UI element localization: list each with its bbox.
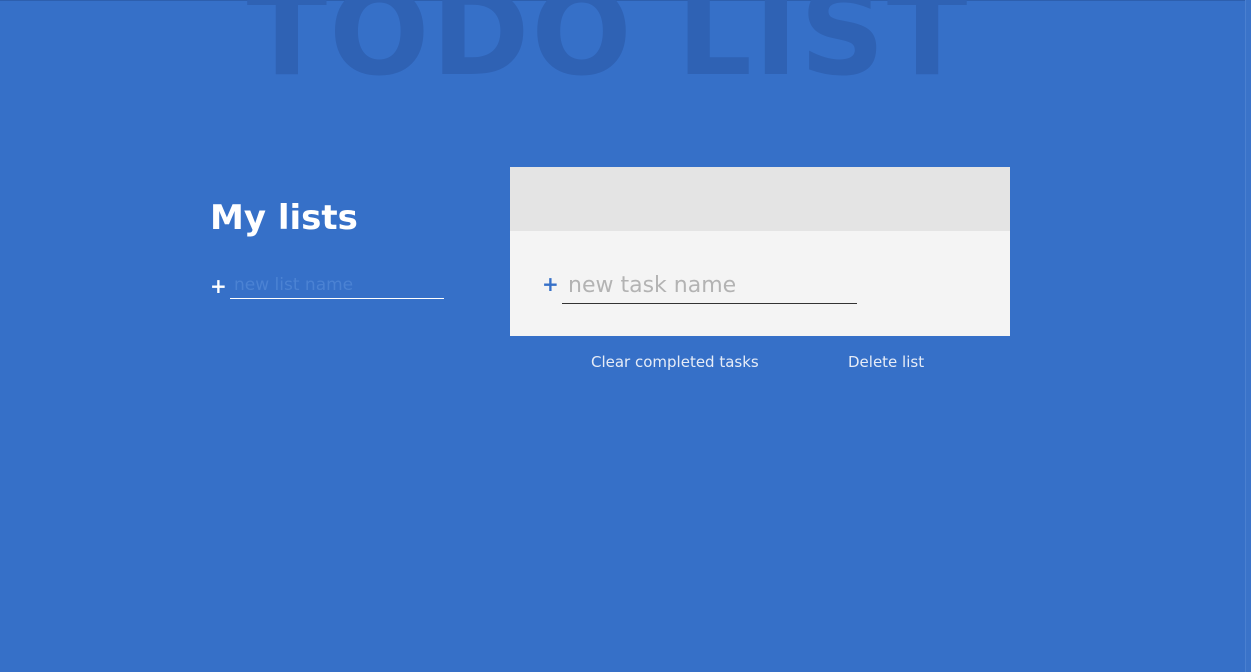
- todo-list-card: +: [510, 167, 1010, 336]
- plus-icon[interactable]: +: [210, 276, 227, 296]
- new-task-input[interactable]: [562, 267, 857, 304]
- lists-title: My lists: [210, 198, 358, 238]
- scrollbar-track[interactable]: [1245, 0, 1251, 672]
- new-task-form: +: [542, 267, 862, 305]
- new-list-form: +: [210, 272, 450, 300]
- new-list-input[interactable]: [230, 272, 444, 299]
- background-title: TODO LIST: [246, 0, 970, 102]
- delete-list-button[interactable]: Delete list: [848, 352, 924, 372]
- list-header: [510, 167, 1010, 231]
- lists-panel: My lists +: [210, 196, 450, 299]
- plus-icon[interactable]: +: [542, 274, 559, 294]
- clear-completed-tasks-button[interactable]: Clear completed tasks: [591, 352, 759, 372]
